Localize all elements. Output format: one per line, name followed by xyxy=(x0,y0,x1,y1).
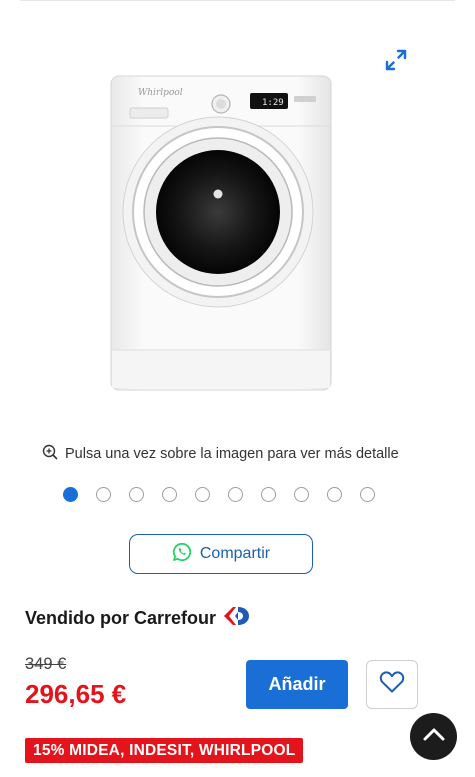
gallery-dot[interactable] xyxy=(129,487,144,502)
whatsapp-icon xyxy=(172,542,192,567)
gallery-dot[interactable] xyxy=(228,487,243,502)
top-divider xyxy=(20,0,455,1)
promo-badge: 15% MIDEA, INDESIT, WHIRLPOOL xyxy=(25,738,304,763)
gallery-dot[interactable] xyxy=(96,487,111,502)
gallery-dot[interactable] xyxy=(294,487,309,502)
expand-arrows-icon xyxy=(385,49,407,76)
add-to-cart-button[interactable]: Añadir xyxy=(246,660,348,709)
scroll-to-top-button[interactable] xyxy=(410,713,457,760)
gallery-dot-active[interactable] xyxy=(63,487,78,502)
gallery-dot[interactable] xyxy=(162,487,177,502)
gallery-dot[interactable] xyxy=(360,487,375,502)
heart-icon xyxy=(379,670,405,699)
share-label: Compartir xyxy=(199,545,271,562)
old-price: 349 € xyxy=(25,655,67,673)
wishlist-button[interactable] xyxy=(366,660,418,709)
gallery-dot[interactable] xyxy=(327,487,342,502)
expand-button[interactable] xyxy=(382,48,410,76)
chevron-up-icon xyxy=(423,727,445,746)
seller-text: Vendido por Carrefour xyxy=(25,608,217,628)
zoom-hint-text: Pulsa una vez sobre la imagen para ver m… xyxy=(65,446,399,462)
product-gallery[interactable]: Whirlpool 1:29 xyxy=(0,18,475,428)
gallery-pagination xyxy=(63,487,375,502)
zoom-hint: Pulsa una vez sobre la imagen para ver m… xyxy=(42,444,399,464)
share-button[interactable]: Compartir xyxy=(129,534,313,574)
gallery-dot[interactable] xyxy=(261,487,276,502)
zoom-in-icon xyxy=(42,444,58,464)
brand-text: Whirlpool xyxy=(138,88,183,98)
gallery-dot[interactable] xyxy=(195,487,210,502)
seller-info: Vendido por Carrefour xyxy=(25,606,252,631)
display-text: 1:29 xyxy=(262,98,284,108)
current-price: 296,65 € xyxy=(25,679,127,709)
product-image[interactable]: Whirlpool 1:29 xyxy=(108,74,334,392)
carrefour-logo xyxy=(222,606,252,631)
